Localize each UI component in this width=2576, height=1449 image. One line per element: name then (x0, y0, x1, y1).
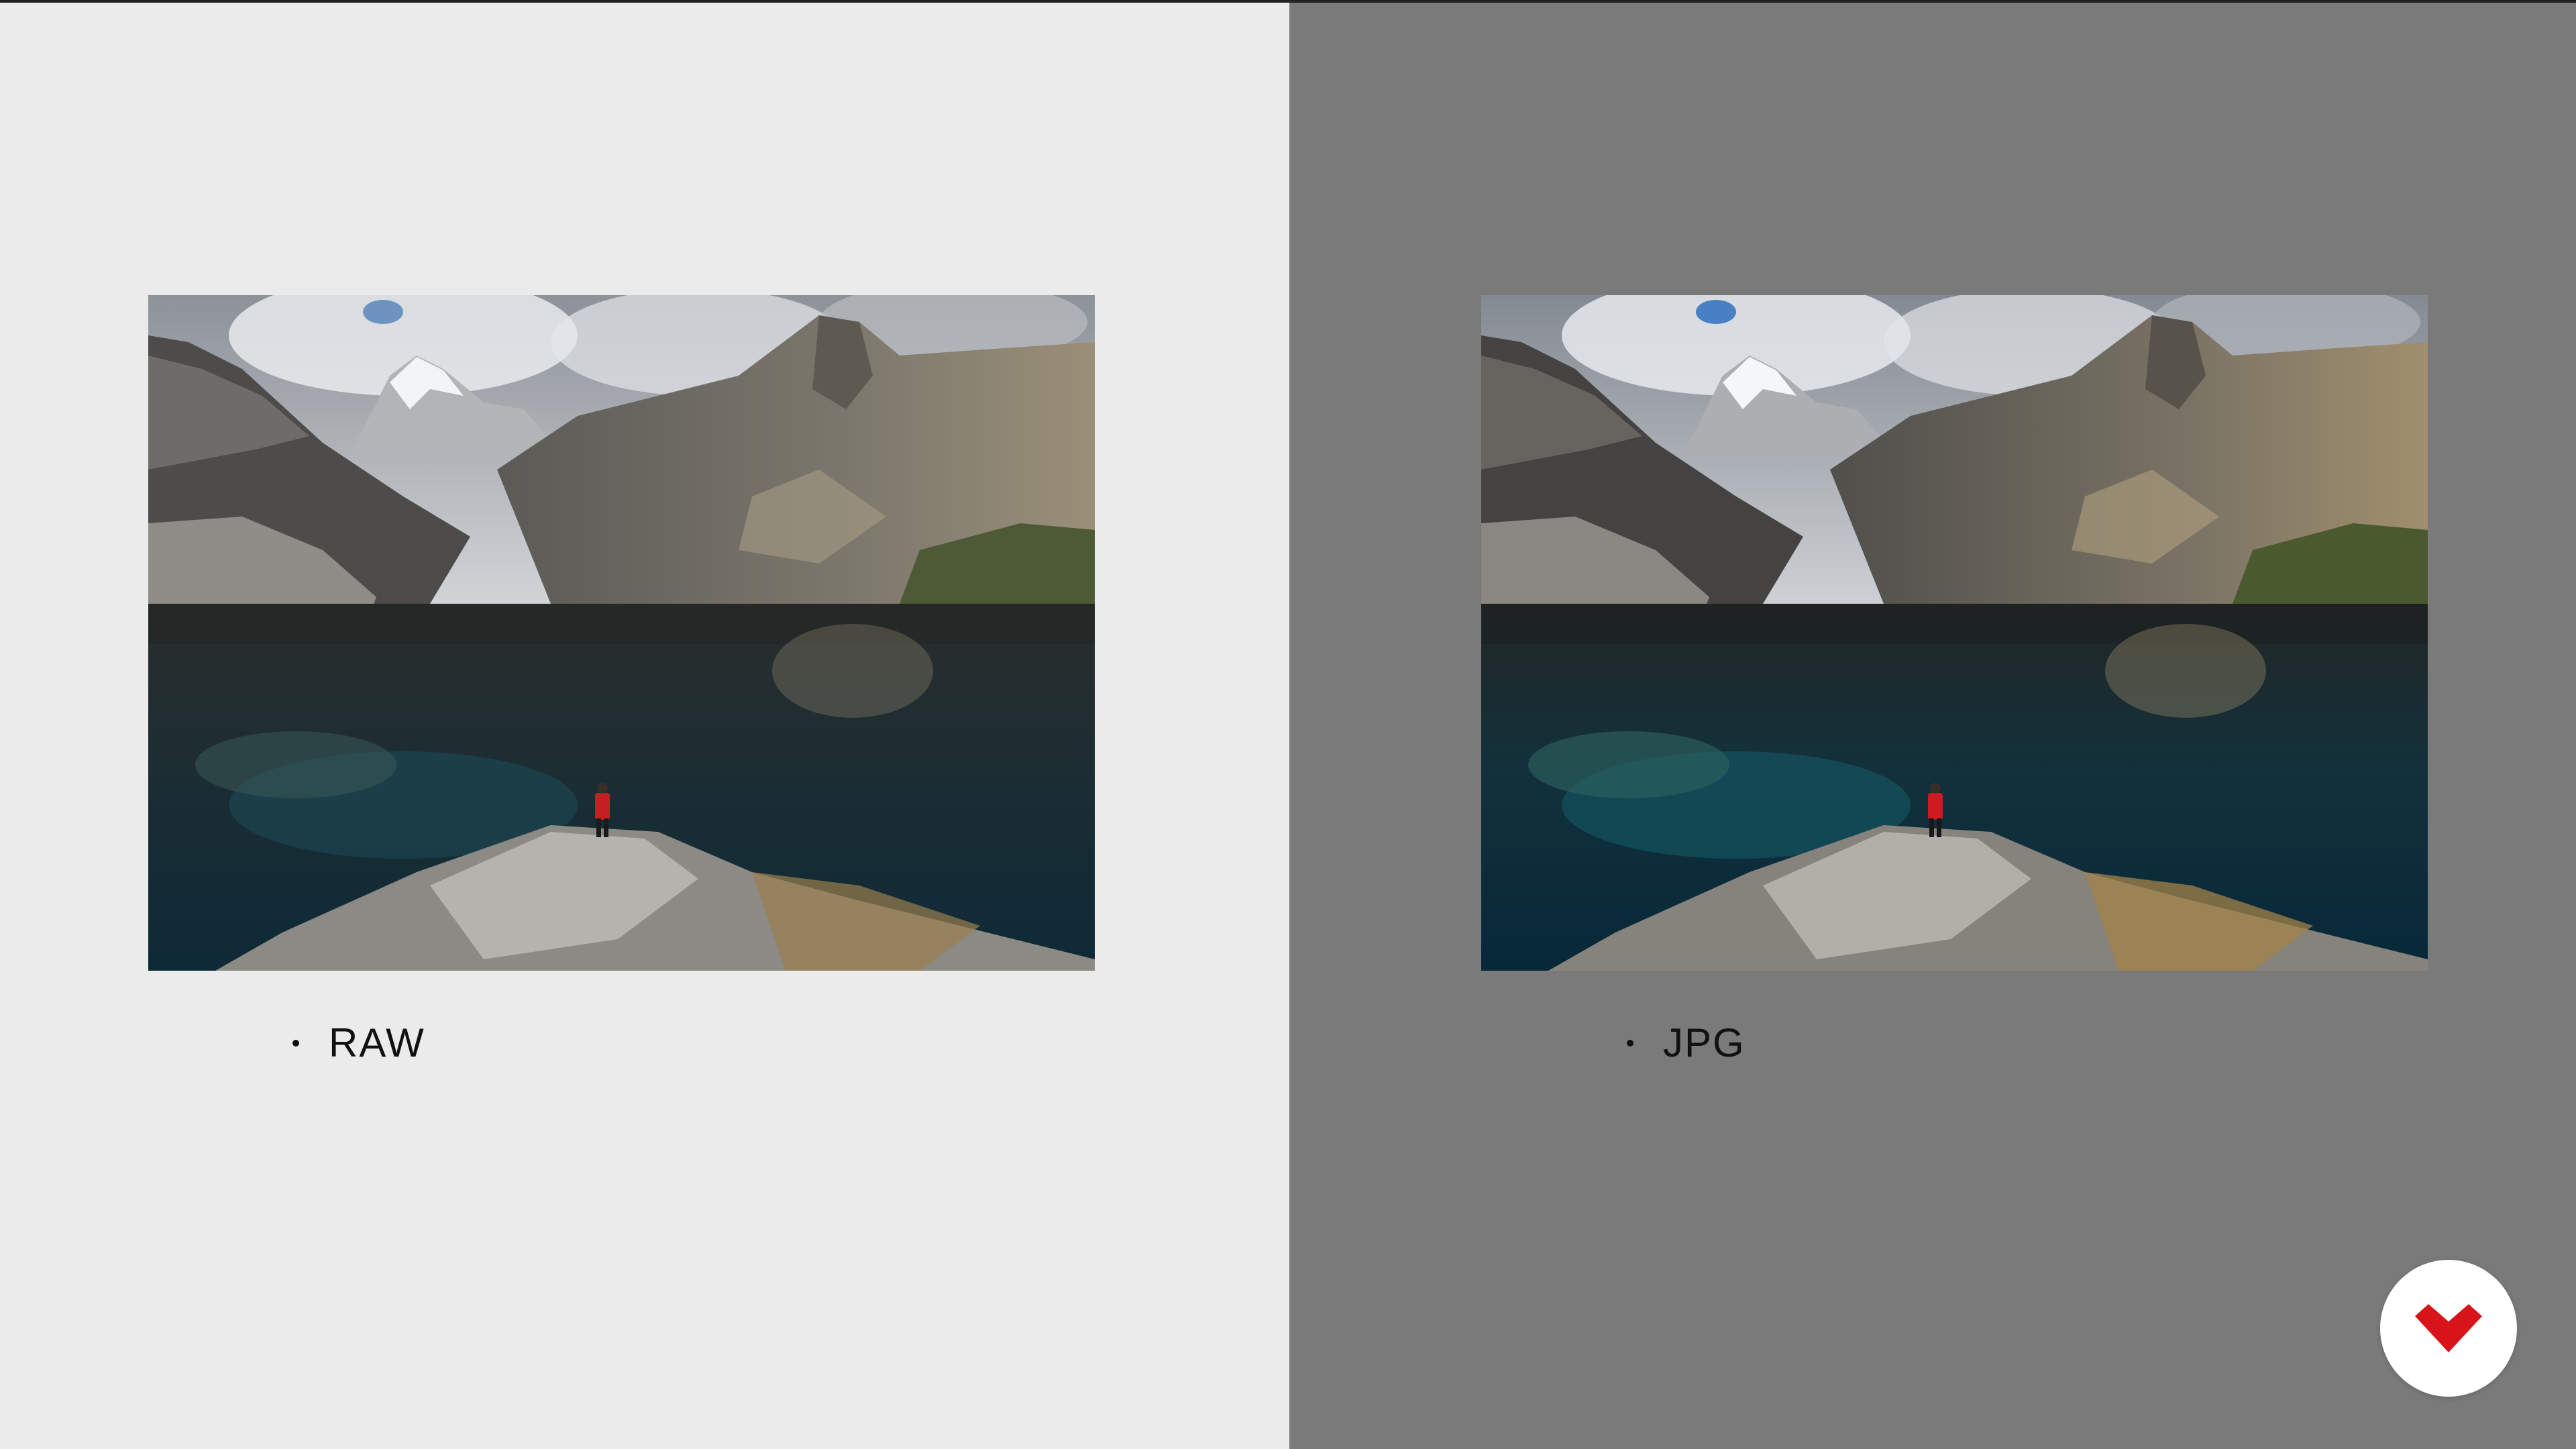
top-border (0, 0, 2576, 3)
landscape-photo-icon (148, 295, 1095, 971)
raw-label: RAW (329, 1020, 425, 1065)
jpg-label: JPG (1663, 1020, 1746, 1065)
brand-logo[interactable] (2380, 1260, 2517, 1397)
landscape-photo-icon (1481, 295, 2428, 971)
raw-caption: RAW (292, 1020, 425, 1066)
raw-photo (148, 295, 1095, 971)
slide: RAW JPG (0, 0, 2576, 1449)
jpg-caption: JPG (1627, 1020, 1746, 1066)
jpg-photo (1481, 295, 2428, 971)
bullet-icon (1627, 1039, 1633, 1046)
brand-logo-icon (2415, 1304, 2482, 1352)
bullet-icon (292, 1039, 299, 1046)
